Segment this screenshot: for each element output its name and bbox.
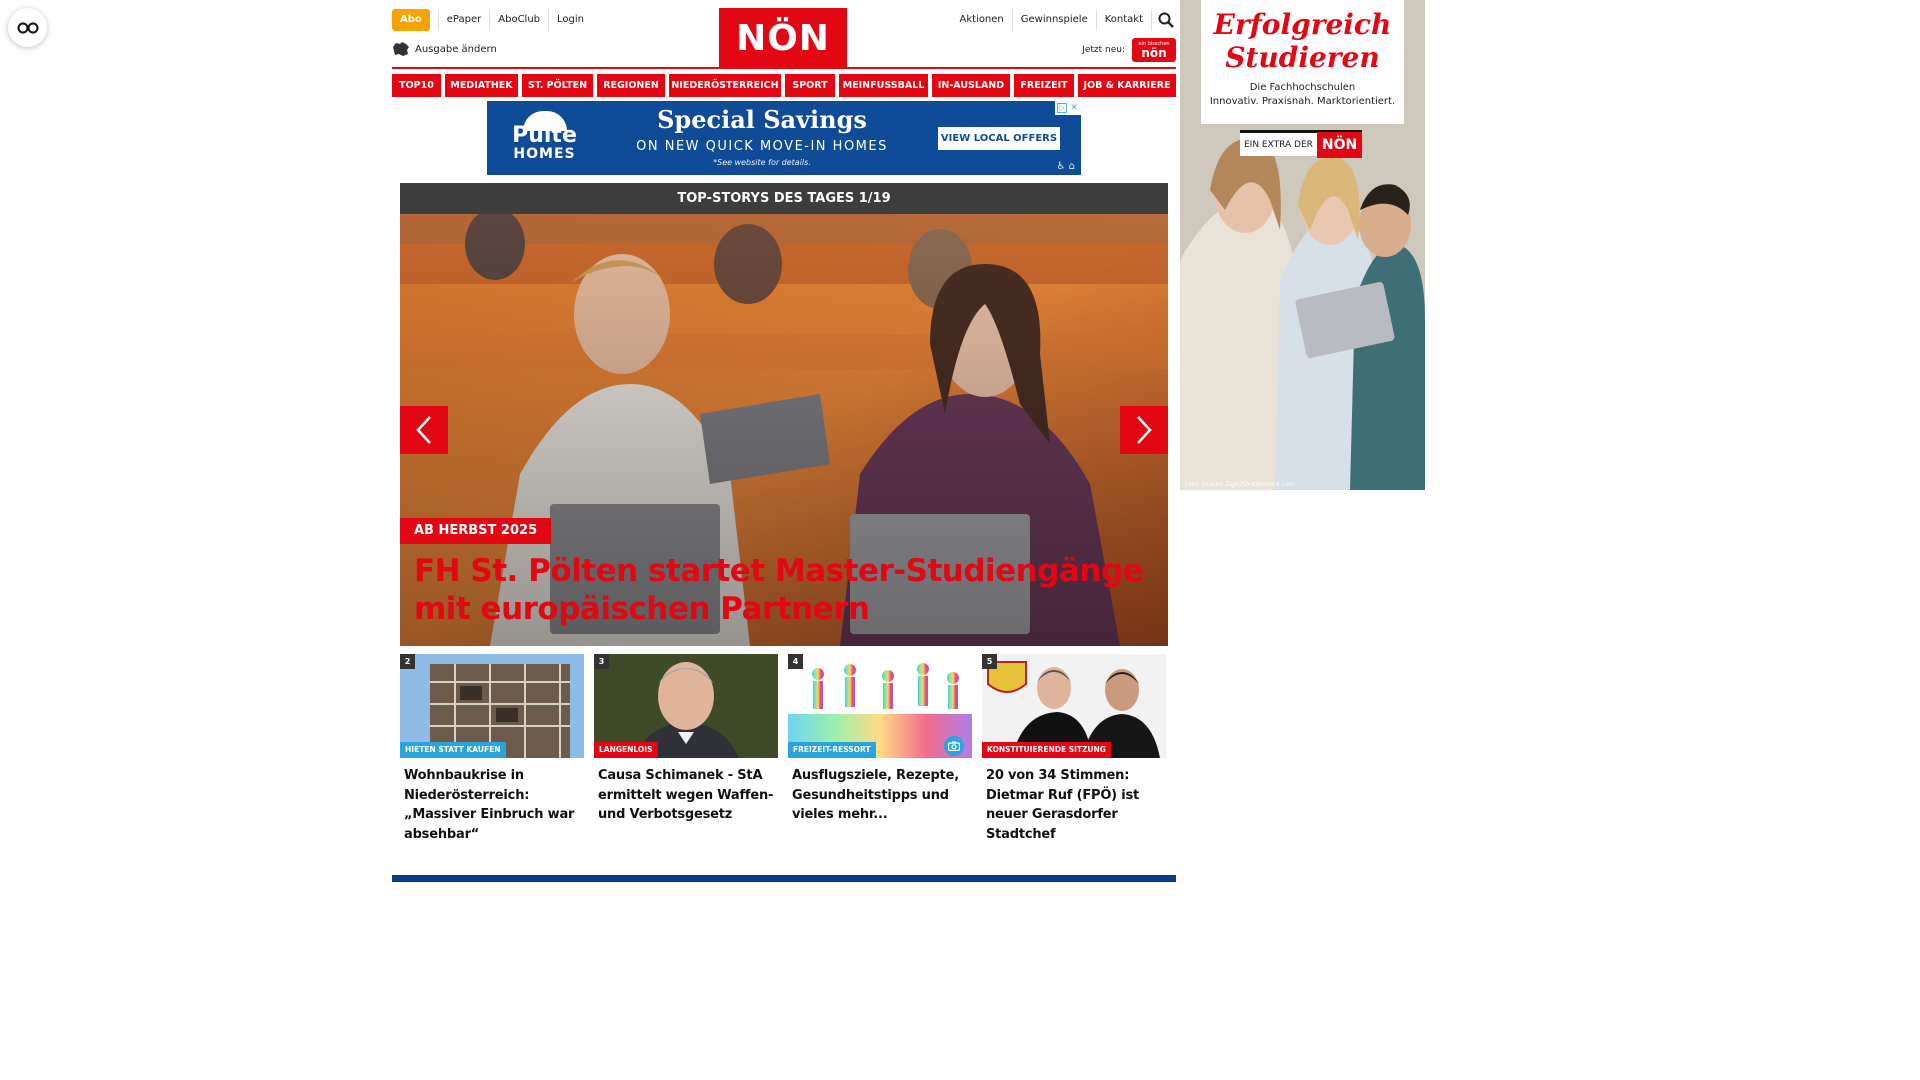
story-card-tag: FREIZEIT-RESSORT bbox=[788, 742, 876, 758]
story-card[interactable]: 4 FREIZEIT-RESSORT Ausflugsziele, Rezept… bbox=[788, 654, 972, 854]
pulte-homes-logo: Pulte HOMES bbox=[507, 111, 582, 167]
search-icon[interactable] bbox=[1156, 10, 1176, 30]
story-card-number: 2 bbox=[400, 654, 415, 669]
side-ad-photo-credit: Foto: Drazen Zigic/Shutterstock.com bbox=[1185, 481, 1295, 488]
story-card[interactable]: 5 KONSTITUIERENDE SITZUNG 20 von 34 Stim… bbox=[982, 654, 1166, 854]
side-ad-extra-text: EIN EXTRA DER bbox=[1244, 139, 1313, 150]
hero-kicker: AB HERBST 2025 bbox=[400, 518, 552, 544]
story-card-image: 3 LANGENLOIS bbox=[594, 654, 778, 758]
map-icon bbox=[393, 42, 409, 56]
nav-item-top10[interactable]: TOP10 bbox=[392, 74, 441, 97]
side-ad-title-box: Erfolgreich Studieren Die Fachhochschule… bbox=[1201, 0, 1404, 124]
side-ad-title: Erfolgreich Studieren bbox=[1201, 8, 1404, 74]
side-ad-subtitle: Die Fachhochschulen bbox=[1249, 82, 1356, 93]
story-card-number: 4 bbox=[788, 654, 803, 669]
nav-item-st-poelten[interactable]: ST. PÖLTEN bbox=[522, 74, 593, 97]
previous-story-button[interactable] bbox=[400, 406, 448, 454]
top-stories-header: TOP-STORYS DES TAGES 1/19 bbox=[400, 183, 1168, 214]
story-card-tag: KONSTITUIERENDE SITZUNG bbox=[982, 742, 1111, 758]
story-card[interactable]: 3 LANGENLOIS Causa Schimanek - StA ermit… bbox=[594, 654, 778, 854]
nav-item-in-ausland[interactable]: IN-AUSLAND bbox=[932, 74, 1010, 97]
story-card-title[interactable]: Ausflugsziele, Rezepte, Gesundheitstipps… bbox=[792, 766, 968, 825]
side-ad[interactable]: Erfolgreich Studieren Die Fachhochschule… bbox=[1180, 0, 1425, 490]
ad-brand-top: Pulte bbox=[512, 123, 577, 148]
side-ad-extra-brand: NÖN bbox=[1316, 131, 1363, 158]
next-story-button[interactable] bbox=[1120, 406, 1168, 454]
hero-title[interactable]: FH St. Pölten startet Master-Studiengäng… bbox=[414, 552, 1159, 628]
section-divider-bar bbox=[392, 875, 1176, 882]
camera-icon bbox=[944, 736, 964, 756]
glasses-icon bbox=[17, 22, 38, 33]
nav-item-sport[interactable]: SPORT bbox=[785, 74, 835, 97]
chevron-right-icon bbox=[1137, 416, 1152, 444]
story-card-number: 3 bbox=[594, 654, 609, 669]
nav-item-niederoesterreich[interactable]: NIEDERÖSTERREICH bbox=[669, 74, 781, 97]
ad-note: *See website for details. bbox=[713, 158, 811, 167]
change-edition-link[interactable]: Ausgabe ändern bbox=[392, 41, 497, 57]
story-card-image: 2 HIETEN STATT KAUFEN bbox=[400, 654, 584, 758]
story-card-title[interactable]: Wohnbaukrise in Niederösterreich: „Massi… bbox=[404, 766, 580, 844]
ad-info-icon[interactable]: ▷ bbox=[1057, 103, 1067, 113]
story-card-title[interactable]: Causa Schimanek - StA ermittelt wegen Wa… bbox=[598, 766, 774, 825]
change-edition-label: Ausgabe ändern bbox=[415, 43, 497, 55]
ad-close-icon[interactable]: ✕ bbox=[1069, 103, 1079, 113]
aboclub-link[interactable]: AboClub bbox=[489, 9, 548, 31]
ad-banner[interactable]: Pulte HOMES Special Savings ON NEW QUICK… bbox=[487, 101, 1081, 175]
main-nav: TOP10 MEDIATHEK ST. PÖLTEN REGIONEN NIED… bbox=[392, 74, 1176, 97]
ad-headline: Special Savings bbox=[657, 105, 867, 134]
non-logo[interactable]: NÖN bbox=[719, 8, 847, 68]
ad-choices[interactable]: ▷ ✕ bbox=[1055, 101, 1081, 115]
chevron-left-icon bbox=[416, 416, 431, 444]
abo-button[interactable]: Abo bbox=[392, 9, 430, 31]
ad-subline: ON NEW QUICK MOVE-IN HOMES bbox=[636, 139, 888, 154]
ad-brand-bottom: HOMES bbox=[513, 146, 576, 162]
jetzt-neu-label: Jetzt neu: bbox=[1082, 45, 1125, 55]
hero-story[interactable]: AB HERBST 2025 FH St. Pölten startet Mas… bbox=[400, 214, 1168, 646]
side-ad-title-line2: Studieren bbox=[1225, 41, 1380, 74]
story-card-image: 4 FREIZEIT-RESSORT bbox=[788, 654, 972, 758]
site-header: Abo ePaper AboClub Login Ausgabe ändern … bbox=[392, 0, 1176, 68]
jetzt-badge-label: nön bbox=[1141, 46, 1167, 60]
story-card-number: 5 bbox=[982, 654, 997, 669]
nav-item-meinfussball[interactable]: MEINFUSSBALL bbox=[839, 74, 928, 97]
jetzt-neu: Jetzt neu: ein bisschen nön bbox=[1082, 38, 1176, 62]
story-card-title[interactable]: 20 von 34 Stimmen: Dietmar Ruf (FPÖ) ist… bbox=[986, 766, 1162, 844]
story-card-tag: HIETEN STATT KAUFEN bbox=[400, 742, 506, 758]
nav-item-regionen[interactable]: REGIONEN bbox=[597, 74, 665, 97]
side-ad-tagline: Innovativ. Praxisnah. Marktorientiert. bbox=[1209, 96, 1396, 107]
top-links: Abo ePaper AboClub Login bbox=[392, 9, 592, 31]
story-card-tag: LANGENLOIS bbox=[594, 742, 658, 758]
side-ad-title-line1: Erfolgreich bbox=[1213, 8, 1392, 41]
ad-cta-button[interactable]: VIEW LOCAL OFFERS bbox=[938, 127, 1060, 150]
nav-item-job-karriere[interactable]: JOB & KARRIERE bbox=[1078, 74, 1176, 97]
side-ad-extra-label: EIN EXTRA DER NÖN bbox=[1240, 130, 1363, 158]
nav-item-freizeit[interactable]: FREIZEIT bbox=[1014, 74, 1074, 97]
login-link[interactable]: Login bbox=[548, 9, 592, 31]
story-cards: 2 HIETEN STATT KAUFEN Wohnbaukrise in Ni… bbox=[400, 654, 1168, 854]
ein-bisschen-non-badge[interactable]: ein bisschen nön bbox=[1132, 38, 1176, 62]
kontakt-link[interactable]: Kontakt bbox=[1097, 9, 1152, 31]
aktionen-link[interactable]: Aktionen bbox=[951, 9, 1013, 31]
story-card-image: 5 KONSTITUIERENDE SITZUNG bbox=[982, 654, 1166, 758]
nav-item-mediathek[interactable]: MEDIATHEK bbox=[445, 74, 518, 97]
gewinnspiele-link[interactable]: Gewinnspiele bbox=[1013, 9, 1097, 31]
accessibility-housing-icons: ♿ ⌂ bbox=[1056, 161, 1076, 172]
story-card[interactable]: 2 HIETEN STATT KAUFEN Wohnbaukrise in Ni… bbox=[400, 654, 584, 854]
accessibility-button[interactable] bbox=[8, 8, 47, 47]
header-divider bbox=[392, 67, 1176, 69]
epaper-link[interactable]: ePaper bbox=[437, 9, 489, 31]
right-links: Aktionen Gewinnspiele Kontakt bbox=[951, 9, 1176, 31]
